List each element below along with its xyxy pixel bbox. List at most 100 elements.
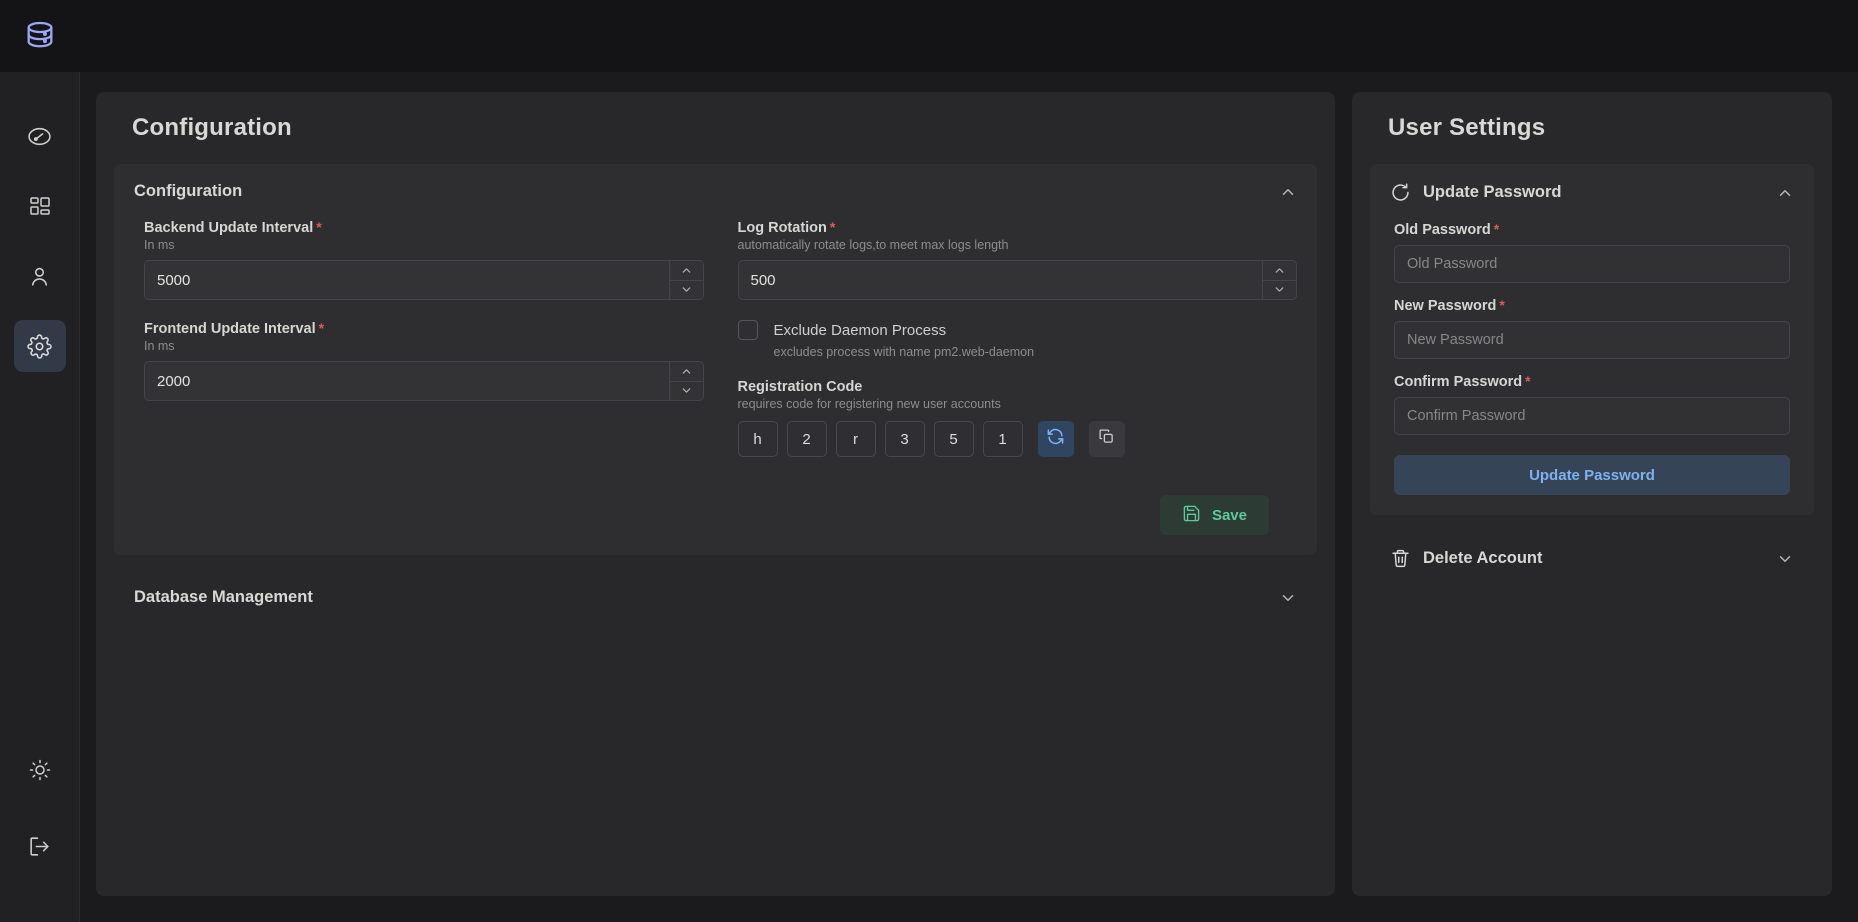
configuration-panel: Configuration Configuration Backend Upda… [96,92,1335,896]
backend-update-interval-field: Backend Update Interval * In ms [144,219,704,300]
registration-code-copy-button[interactable] [1088,421,1125,457]
sidebar-item-dashboard[interactable] [14,110,66,162]
update-password-section-header[interactable]: Update Password [1370,164,1814,221]
sidebar-item-logout[interactable] [14,820,66,872]
update-password-button[interactable]: Update Password [1394,455,1790,495]
configuration-column-left: Backend Update Interval * In ms 5000 Fro… [144,219,704,477]
frontend-update-interval-spinners [668,362,703,401]
spinner-up-icon[interactable] [670,261,703,280]
exclude-daemon-process-label: Exclude Daemon Process [773,321,947,339]
registration-code-boxes: h 2 r 3 5 1 [737,421,1298,457]
old-password-label: Old Password * [1394,221,1790,238]
update-password-button-wrapper: Update Password [1390,449,1794,495]
configuration-column-right: Log Rotation * automatically rotate logs,… [737,219,1298,477]
sidebar [0,72,80,922]
log-rotation-input-wrapper [737,260,1297,300]
frontend-update-interval-field: Frontend Update Interval * In ms [144,320,704,401]
chevron-down-icon[interactable] [1279,589,1297,607]
confirm-password-label-text: Confirm Password [1394,374,1523,390]
database-management-section-header[interactable]: Database Management [114,570,1317,625]
new-password-label: New Password * [1394,297,1790,314]
save-button-label: Save [1211,506,1247,524]
spinner-down-icon[interactable] [669,380,703,401]
required-asterisk: * [1493,221,1500,237]
user-settings-title: User Settings [1388,114,1546,141]
registration-code-char[interactable]: 3 [884,421,925,457]
exclude-daemon-process-hint: excludes process with name pm2.web-daemo… [773,345,1035,359]
sidebar-item-users[interactable] [14,250,66,302]
configuration-section-header[interactable]: Configuration [114,164,1317,219]
sidebar-item-theme-toggle[interactable] [14,744,66,796]
dashboard-gauge-icon [27,124,52,149]
refresh-icon [1046,427,1065,451]
chevron-down-icon[interactable] [1776,550,1794,568]
logout-icon [27,834,52,859]
backend-update-interval-label: Backend Update Interval * [144,219,704,236]
database-stack-icon[interactable] [16,12,64,60]
save-button-row: Save [134,495,1297,535]
gear-icon [27,333,52,359]
frontend-update-interval-input[interactable] [145,362,669,400]
registration-code-field: Registration Code requires code for regi… [737,379,1298,457]
save-button[interactable]: Save [1159,495,1269,535]
grid-apps-icon [28,194,52,218]
save-floppy-icon [1182,504,1201,527]
registration-code-hint: requires code for registering new user a… [737,397,1001,411]
old-password-field: Old Password * [1390,221,1794,283]
log-rotation-input[interactable] [738,261,1262,299]
required-asterisk: * [829,219,836,235]
required-asterisk: * [316,219,322,235]
backend-update-interval-hint: In ms [144,238,175,252]
copy-icon [1098,428,1115,450]
spinner-up-icon[interactable] [670,362,703,381]
sidebar-item-settings[interactable] [13,320,66,372]
registration-code-char[interactable]: 1 [982,421,1023,457]
user-icon [27,264,52,289]
exclude-daemon-process-field: Exclude Daemon Process excludes process … [737,320,1298,359]
delete-account-section-card: Delete Account [1370,530,1814,587]
trash-icon [1390,548,1411,569]
configuration-section-card: Configuration Backend Update Interval* [114,164,1317,555]
frontend-update-interval-label-text: Frontend Update Interval [144,321,316,337]
registration-code-char[interactable]: 2 [786,421,827,457]
backend-update-interval-spinners [668,261,703,300]
update-password-section-title: Update Password [1423,183,1562,201]
registration-code-char[interactable]: r [835,421,876,457]
old-password-input[interactable] [1394,245,1790,283]
delete-account-section-header[interactable]: Delete Account [1370,530,1814,587]
old-password-label-text: Old Password [1394,222,1491,238]
chevron-up-icon[interactable] [1776,184,1794,202]
backend-update-interval-input-wrapper [144,260,704,300]
registration-code-refresh-button[interactable] [1037,421,1074,457]
configuration-section-title: Configuration [134,182,243,200]
new-password-field: New Password * [1390,297,1794,359]
database-management-section-title: Database Management [134,588,313,606]
spinner-up-icon[interactable] [1263,261,1296,280]
main-content: Configuration Configuration Backend Upda… [80,72,1858,922]
log-rotation-label-text: Log Rotation [737,220,827,236]
user-settings-panel: User Settings Update Password Old Passwo… [1352,92,1832,896]
page-title: Configuration [132,114,292,141]
log-rotation-field: Log Rotation * automatically rotate logs,… [737,219,1297,300]
spinner-down-icon[interactable] [669,279,703,300]
confirm-password-label: Confirm Password * [1394,373,1790,390]
exclude-daemon-process-checkbox[interactable] [737,320,758,340]
backend-update-interval-input[interactable] [145,261,669,299]
update-password-section-body: Old Password * New Password * Confirm Pass… [1370,221,1814,515]
exclude-daemon-process-row: Exclude Daemon Process [737,320,1298,340]
log-rotation-spinners [1262,261,1296,299]
sun-icon [28,758,52,782]
confirm-password-input[interactable] [1394,397,1790,435]
frontend-update-interval-input-wrapper [144,361,704,401]
top-bar [0,0,1858,72]
new-password-input[interactable] [1394,321,1790,359]
required-asterisk: * [318,320,325,336]
registration-code-char[interactable]: 5 [933,421,974,457]
registration-code-char[interactable]: h [737,421,778,457]
configuration-section-body: Backend Update Interval * In ms 5000 Fro… [114,219,1317,555]
required-asterisk: * [1525,373,1531,389]
sidebar-item-applications[interactable] [14,180,66,232]
chevron-up-icon[interactable] [1279,183,1297,201]
spinner-down-icon[interactable] [1263,279,1296,300]
required-asterisk: * [1499,297,1505,313]
